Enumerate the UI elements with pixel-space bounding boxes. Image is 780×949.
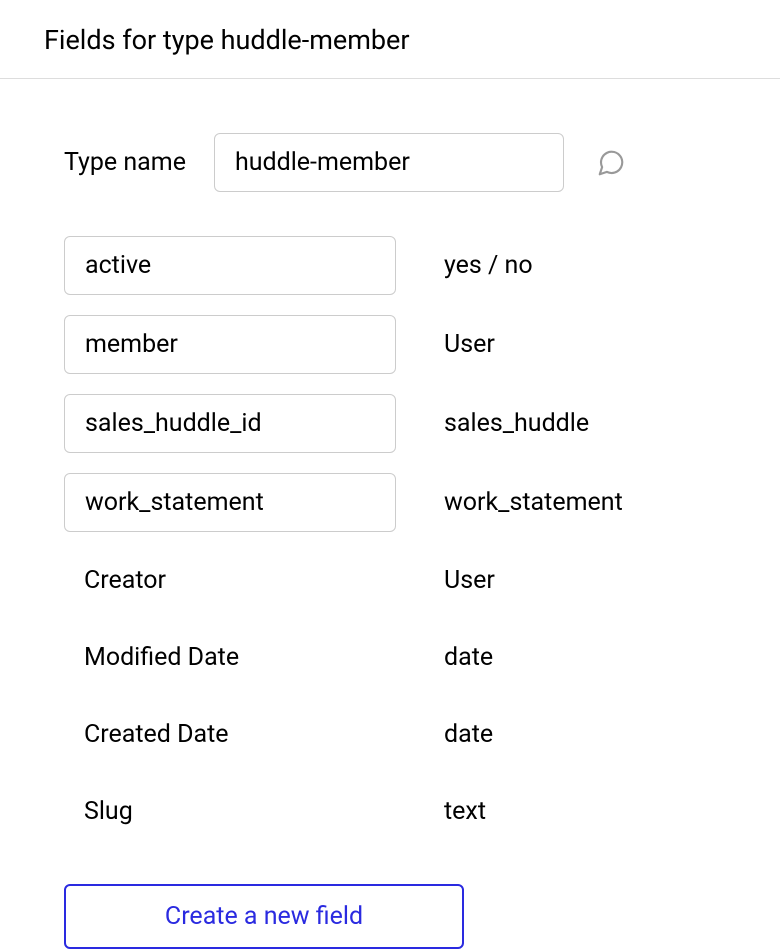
field-type-label: User <box>396 330 495 359</box>
field-row: User <box>64 315 780 374</box>
type-name-input[interactable] <box>214 133 564 192</box>
field-type-label: text <box>396 797 486 826</box>
create-field-button[interactable]: Create a new field <box>64 884 464 949</box>
field-name-input[interactable] <box>64 473 396 532</box>
field-type-label: date <box>396 720 493 749</box>
fields-list: yes / no User sales_huddle work_statemen… <box>64 236 780 840</box>
field-row: Slug text <box>64 783 780 840</box>
field-row: work_statement <box>64 473 780 532</box>
comment-icon[interactable] <box>596 148 626 178</box>
field-row: yes / no <box>64 236 780 295</box>
field-name-static: Modified Date <box>64 629 396 686</box>
field-row: sales_huddle <box>64 394 780 453</box>
field-type-label: work_statement <box>396 488 623 517</box>
field-type-label: date <box>396 643 493 672</box>
field-row: Modified Date date <box>64 629 780 686</box>
field-name-static: Slug <box>64 783 396 840</box>
type-name-row: Type name <box>64 133 780 192</box>
field-type-label: User <box>396 566 495 595</box>
type-name-label: Type name <box>64 148 186 177</box>
field-name-static: Created Date <box>64 706 396 763</box>
field-row: Created Date date <box>64 706 780 763</box>
page-title: Fields for type huddle-member <box>0 0 780 79</box>
field-name-input[interactable] <box>64 315 396 374</box>
field-type-label: yes / no <box>396 251 533 280</box>
field-name-static: Creator <box>64 552 396 609</box>
field-name-input[interactable] <box>64 236 396 295</box>
field-type-label: sales_huddle <box>396 409 589 438</box>
field-name-input[interactable] <box>64 394 396 453</box>
field-row: Creator User <box>64 552 780 609</box>
